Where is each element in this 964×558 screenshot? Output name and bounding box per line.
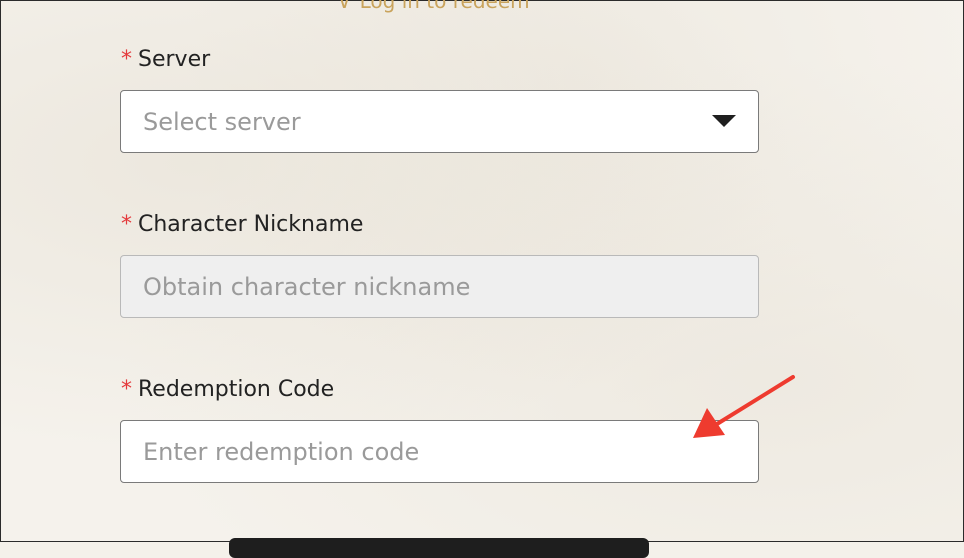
page-background: ∨ Log in to redeem * Server Select server … — [0, 0, 964, 558]
arrow-icon — [693, 375, 795, 438]
submit-button[interactable] — [229, 538, 649, 558]
